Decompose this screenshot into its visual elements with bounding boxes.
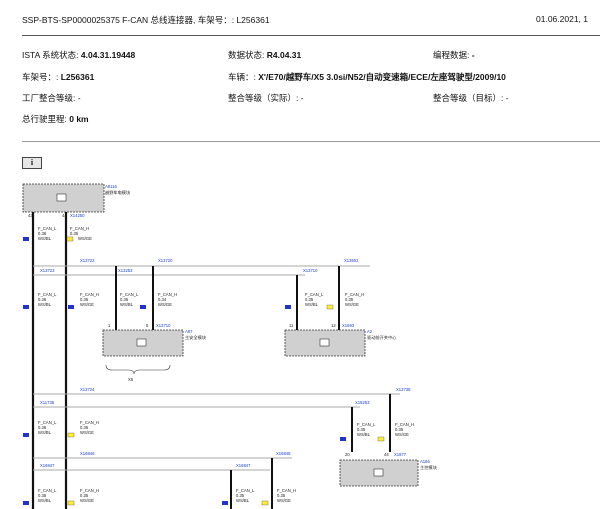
a166-color-h: WS/GE [395,432,409,437]
vehicle: 车辆：: X'/E70/越野车/X5 3.0si/N52/自动变速箱/ECE/左… [228,72,506,82]
conn-x18253[interactable]: X18253 [355,400,370,405]
module-a8116-icon [56,193,67,202]
seg1-marker-yellow [66,236,74,242]
seg3-color-h: WS/GE [80,430,94,435]
seg4b-marker-yellow [261,500,269,506]
a87-color-h: WS/GE [158,302,172,307]
seg1-color-l: WS/BL [38,236,52,241]
seg4b-color-l: WS/BL [236,498,250,503]
a166-marker-blue [340,437,346,441]
module-a166-icon [373,468,384,477]
mileage: 总行驶里程: 0 km [22,114,89,124]
conn-x13710[interactable]: X13710 [303,268,318,273]
integration-level-target: 整合等级（目标）: - [433,93,509,103]
a2-marker-yellow [326,304,334,310]
header-divider [22,35,600,36]
conn-x13720[interactable]: X13720 [158,258,173,263]
meta-divider [22,141,600,142]
pin-12: 12 [331,323,336,328]
document-date: 01.06.2021, 1 [536,14,588,24]
seg4b-color-h: WS/GE [277,498,291,503]
a2-color-l: WS/BL [305,302,319,307]
conn-x13253[interactable]: X13253 [118,268,133,273]
pin-11: 11 [289,323,294,328]
module-a8116-id[interactable]: A8116 [105,184,117,189]
conn-x13724[interactable]: X13724 [80,387,95,392]
seg2-marker-blue-2 [68,305,74,309]
conn-x16846[interactable]: X16846 [80,451,95,456]
info-icon[interactable]: i [22,157,42,169]
pin-1: 1 [108,323,111,328]
module-a8116-name: 越野车电模块 [105,189,131,196]
a2-color-h: WS/GE [345,302,359,307]
pin-5: 5 [146,323,149,328]
integration-level-actual: 整合等级（实际）: - [228,93,304,103]
conn-x1693[interactable]: X1693 [342,323,355,328]
seg4-color-l: WS/BL [38,498,52,503]
conn-x13738[interactable]: X13738 [396,387,411,392]
module-a87-name: 主安全模块 [185,334,207,341]
x6-label: X6 [128,377,134,382]
a2-marker-blue [285,305,291,309]
conn-x16848[interactable]: X16848 [276,451,291,456]
seg4-marker-yellow [67,500,75,506]
conn-x13710-b[interactable]: X13710 [156,323,171,328]
vin: 车架号：: L256361 [22,72,95,82]
seg2-color-l: WS/BL [38,302,52,307]
seg4b-marker-blue [222,501,228,505]
ista-status: ISTA 系统状态: 4.04.31.19448 [22,50,136,60]
document-title: SSP-BTS-SP0000025375 F-CAN 总线连接器, 车架号：: … [22,15,270,25]
pin-44b: 44 [384,452,389,457]
conn-x11735[interactable]: X11735 [40,400,55,405]
seg3-color-l: WS/BL [38,430,52,435]
module-a2-icon [319,338,330,347]
a166-color-l: WS/BL [357,432,371,437]
seg3-marker-blue [23,433,29,437]
conn-x1877[interactable]: X1877 [394,452,407,457]
module-a166-id[interactable]: A166 [420,459,430,464]
module-a166-name: 主控模块 [420,464,438,471]
seg1-color-h: WS/GE [78,236,92,241]
module-a2-id[interactable]: A2 [367,329,373,334]
conn-x16847[interactable]: X16847 [40,463,55,468]
x6-brace [105,364,171,375]
conn-x13723[interactable]: X13723 [40,268,55,273]
conn-x13502[interactable]: X13502 [344,258,359,263]
seg2-marker-blue [23,305,29,309]
seg3-marker-yellow [67,432,75,438]
a87-color-l: WS/BL [120,302,134,307]
conn-x13722[interactable]: X13722 [80,258,95,263]
conn-x14250[interactable]: X14250 [70,213,85,218]
programming-data: 编程数据: - [433,50,475,60]
module-a87-id[interactable]: A87 [185,329,193,334]
wiring-diagram: A8116 越野车电模块 43 44 X14250 F_CAN_L 0.36 W… [22,183,438,509]
factory-integration-level: 工厂整合等级: - [22,93,81,103]
seg1-marker-blue [23,237,29,241]
conn-x16847-b[interactable]: X16847 [236,463,251,468]
data-status: 数据状态: R4.04.31 [228,50,302,60]
seg2-color-h: WS/GE [80,302,94,307]
pin-20: 20 [345,452,350,457]
module-a2-name: 驱动前开关中心 [367,334,397,341]
a166-marker-yellow [377,436,385,442]
seg4-color-h: WS/GE [80,498,94,503]
a87-marker-blue [140,305,146,309]
module-a87-icon [136,338,147,347]
seg4-marker-blue [23,501,29,505]
